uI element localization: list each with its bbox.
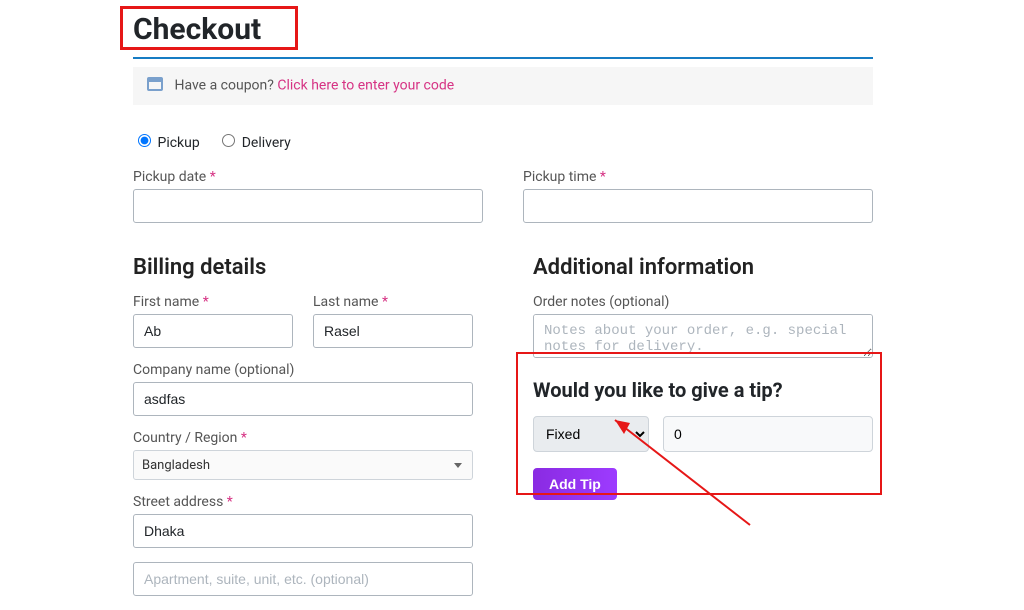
- country-select[interactable]: Bangladesh: [133, 450, 473, 480]
- delivery-radio-text: Delivery: [242, 135, 291, 151]
- page-title: Checkout: [133, 12, 873, 47]
- country-value: Bangladesh: [142, 458, 210, 473]
- company-label: Company name (optional): [133, 362, 473, 378]
- tip-type-select[interactable]: Fixed: [533, 416, 649, 452]
- order-notes-textarea[interactable]: [533, 314, 873, 358]
- first-name-input[interactable]: [133, 314, 293, 348]
- pickup-radio-label[interactable]: Pickup: [133, 135, 203, 151]
- title-rule: [133, 57, 873, 59]
- coupon-icon: [147, 77, 163, 95]
- required-star: *: [600, 169, 606, 185]
- add-tip-button[interactable]: Add Tip: [533, 468, 617, 500]
- delivery-radio[interactable]: [222, 134, 235, 147]
- pickup-radio[interactable]: [138, 134, 151, 147]
- coupon-link[interactable]: Click here to enter your code: [277, 78, 454, 94]
- last-name-input[interactable]: [313, 314, 473, 348]
- apartment-input[interactable]: [133, 562, 473, 596]
- company-input[interactable]: [133, 382, 473, 416]
- pickup-date-label: Pickup date *: [133, 169, 483, 185]
- coupon-bar: Have a coupon? Click here to enter your …: [133, 67, 873, 105]
- last-name-label: Last name *: [313, 294, 473, 310]
- delivery-radio-label[interactable]: Delivery: [217, 135, 291, 151]
- pickup-date-input[interactable]: [133, 189, 483, 223]
- viewport: Checkout Have a coupon? Click here to en…: [0, 0, 1024, 556]
- pickup-radio-text: Pickup: [157, 135, 199, 151]
- pickup-time-input[interactable]: [523, 189, 873, 223]
- tip-heading: Would you like to give a tip?: [533, 378, 873, 402]
- country-label: Country / Region *: [133, 430, 473, 446]
- tip-amount-input[interactable]: [663, 416, 873, 452]
- street-label: Street address *: [133, 494, 473, 510]
- fulfilment-radios: Pickup Delivery: [133, 131, 873, 151]
- billing-heading: Billing details: [133, 255, 473, 280]
- required-star: *: [210, 169, 216, 185]
- order-notes-label: Order notes (optional): [533, 294, 873, 310]
- pickup-time-label: Pickup time *: [523, 169, 873, 185]
- first-name-label: First name *: [133, 294, 293, 310]
- street-input[interactable]: [133, 514, 473, 548]
- tip-card: Would you like to give a tip? Fixed Add …: [533, 378, 873, 500]
- additional-heading: Additional information: [533, 255, 873, 280]
- coupon-lead-text: Have a coupon?: [174, 78, 273, 94]
